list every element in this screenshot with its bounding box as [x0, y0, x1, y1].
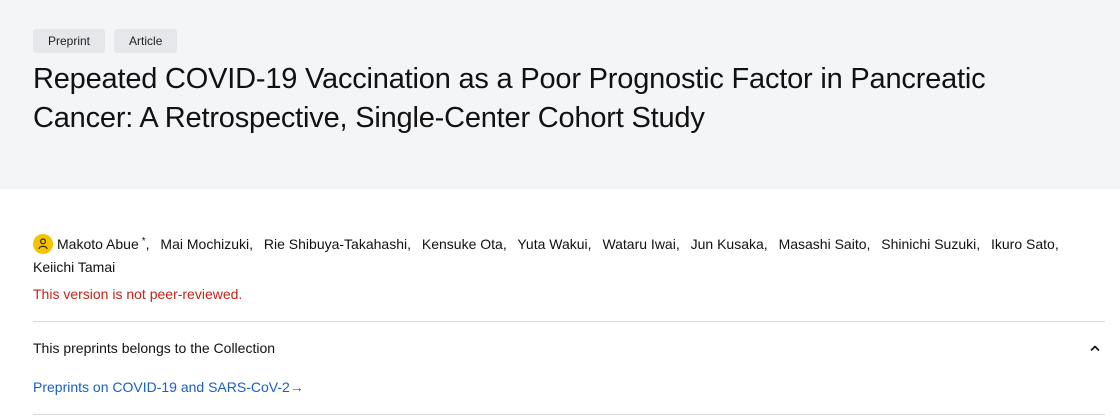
user-icon: [33, 234, 53, 254]
author-name[interactable]: Masashi Saito: [779, 236, 867, 252]
author-name[interactable]: Makoto Abue: [57, 236, 139, 252]
collection-label: This preprints belongs to the Collection: [33, 340, 276, 356]
author-name[interactable]: Wataru Iwai: [602, 236, 675, 252]
author-name[interactable]: Rie Shibuya-Takahashi: [264, 236, 407, 252]
peer-review-notice: This version is not peer-reviewed.: [33, 286, 243, 302]
author-name[interactable]: Keiichi Tamai: [33, 259, 115, 275]
collection-link[interactable]: Preprints on COVID-19 and SARS-CoV-2→: [33, 377, 304, 397]
chevron-up-icon[interactable]: [1089, 342, 1101, 354]
author-name[interactable]: Yuta Wakui: [517, 236, 587, 252]
author-name[interactable]: Kensuke Ota: [422, 236, 503, 252]
tag-preprint[interactable]: Preprint: [33, 29, 106, 53]
collection-toggle[interactable]: This preprints belongs to the Collection: [33, 337, 1105, 359]
author-name[interactable]: Shinichi Suzuki: [881, 236, 976, 252]
author-name[interactable]: Ikuro Sato: [991, 236, 1055, 252]
collection-link-text: Preprints on COVID-19 and SARS-CoV-2: [33, 379, 290, 395]
author-list: Makoto Abue *, Mai Mochizuki, Rie Shibuya…: [33, 234, 1059, 275]
article-header: Preprint Article Repeated COVID-19 Vacci…: [0, 0, 1120, 189]
author-name[interactable]: Mai Mochizuki: [160, 236, 249, 252]
tag-article[interactable]: Article: [114, 29, 178, 53]
divider: [33, 414, 1105, 415]
article-title: Repeated COVID-19 Vaccination as a Poor …: [33, 63, 986, 134]
divider: [33, 321, 1105, 322]
tag-list: Preprint Article: [33, 29, 178, 53]
arrow-right-icon: →: [289, 379, 304, 395]
author-name[interactable]: Jun Kusaka: [691, 236, 764, 252]
